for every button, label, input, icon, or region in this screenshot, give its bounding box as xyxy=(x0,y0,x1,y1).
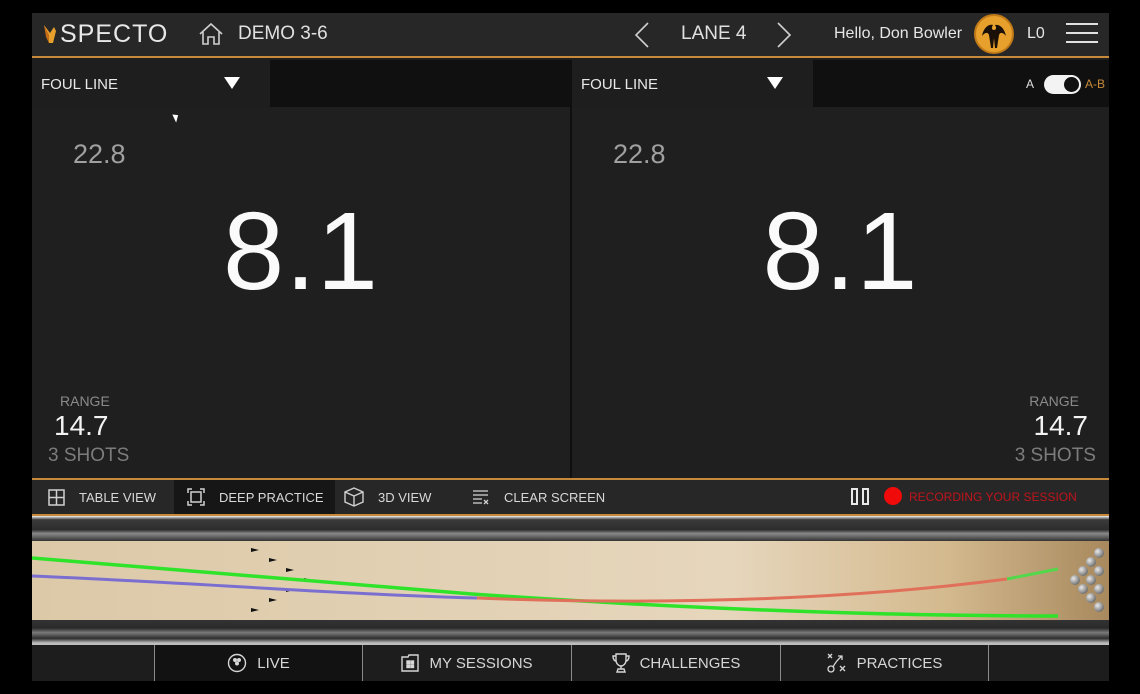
tool-label: TABLE VIEW xyxy=(79,489,157,505)
grid-icon xyxy=(48,488,65,506)
specto-logo: SPECTO xyxy=(42,19,168,49)
pin xyxy=(1070,575,1080,585)
nav-my-sessions[interactable]: MY SESSIONS xyxy=(362,645,571,681)
strategy-icon xyxy=(826,653,846,673)
metric-dropdown[interactable]: FOUL LINE xyxy=(32,60,270,107)
bowling-ball-icon xyxy=(228,653,247,673)
dropdown-value: FOUL LINE xyxy=(41,76,118,93)
shot-count: 3 SHOTS xyxy=(48,445,130,466)
pin xyxy=(1086,593,1096,603)
3d-view-button[interactable]: 3D VIEW xyxy=(344,480,431,514)
pin xyxy=(1078,584,1088,594)
range-label: RANGE xyxy=(1029,393,1079,409)
logo-text: SPECTO xyxy=(60,19,169,48)
top-bar: SPECTO DEMO 3-6 LANE 4 Hello, Don Bowler xyxy=(32,13,1109,58)
deep-practice-button[interactable]: DEEP PRACTICE xyxy=(174,480,335,514)
stat-panel-b: FOUL LINE A A-B 22.8 8.1 RANGE 14.7 3 SH… xyxy=(572,60,1109,478)
nav-live[interactable]: LIVE xyxy=(154,645,362,681)
toggle-label-ab: A-B xyxy=(1084,77,1105,91)
tool-label: CLEAR SCREEN xyxy=(504,489,606,505)
tool-label: DEEP PRACTICE xyxy=(219,489,324,505)
specto-app: SPECTO DEMO 3-6 LANE 4 Hello, Don Bowler xyxy=(32,13,1109,681)
nav-challenges[interactable]: CHALLENGES xyxy=(571,645,780,681)
user-level: L0 xyxy=(1027,25,1045,42)
stat-panel-a: FOUL LINE 22.8 8.1 RANGE 14.7 3 SHOTS xyxy=(32,60,570,478)
lane-name: LANE 4 xyxy=(681,23,747,44)
recording-status: RECORDING YOUR SESSION xyxy=(909,490,1077,504)
average-value: 22.8 xyxy=(613,139,666,169)
compare-toggle[interactable] xyxy=(1043,74,1081,94)
dropdown-value: FOUL LINE xyxy=(581,76,658,93)
panel-header: FOUL LINE A A-B xyxy=(572,60,1109,107)
nav-label: LIVE xyxy=(257,654,290,672)
chevron-right-icon[interactable] xyxy=(774,21,794,49)
view-toolbar: TABLE VIEW DEEP PRACTICE 3D VIEW CLEAR S… xyxy=(32,478,1109,516)
panel-header: FOUL LINE xyxy=(32,60,570,107)
pin xyxy=(1094,584,1104,594)
nav-label: CHALLENGES xyxy=(639,654,741,672)
hamburger-menu-icon[interactable] xyxy=(1066,23,1098,47)
lane-view xyxy=(32,516,1109,643)
compare-toggle-group: A A-B xyxy=(1026,74,1105,94)
recording-indicator-icon xyxy=(884,487,902,505)
nav-practices[interactable]: PRACTICES xyxy=(780,645,989,681)
pin xyxy=(1078,566,1088,576)
range-value: 14.7 xyxy=(1033,410,1089,441)
pause-icon[interactable] xyxy=(851,488,871,506)
shot-count: 3 SHOTS xyxy=(1014,445,1096,466)
pin xyxy=(1094,602,1104,612)
frame-icon xyxy=(187,488,205,506)
metric-dropdown[interactable]: FOUL LINE xyxy=(572,60,813,107)
lower-gutter xyxy=(32,620,1109,643)
pin xyxy=(1086,575,1096,585)
caret-down-icon xyxy=(767,77,783,89)
user-avatar[interactable] xyxy=(974,14,1014,54)
flame-logo-icon xyxy=(42,23,58,45)
clear-list-icon xyxy=(473,489,489,504)
session-title: DEMO 3-6 xyxy=(238,23,328,44)
folder-icon xyxy=(401,654,420,672)
pin xyxy=(1094,548,1104,558)
caret-down-icon xyxy=(224,77,240,89)
range-value: 14.7 xyxy=(54,410,109,441)
cube-icon xyxy=(344,487,364,507)
lane-surface xyxy=(32,541,1109,620)
nav-label: PRACTICES xyxy=(856,654,943,672)
toggle-knob xyxy=(1063,76,1079,92)
home-icon[interactable] xyxy=(198,22,224,46)
clear-screen-button[interactable]: CLEAR SCREEN xyxy=(472,480,605,514)
toggle-label-a: A xyxy=(1025,77,1034,91)
range-label: RANGE xyxy=(60,393,110,409)
trophy-icon xyxy=(611,653,630,673)
current-value: 8.1 xyxy=(223,190,379,313)
pin xyxy=(1094,566,1104,576)
upper-gutter xyxy=(32,516,1109,541)
tool-label: 3D VIEW xyxy=(378,489,432,505)
table-view-button[interactable]: TABLE VIEW xyxy=(48,480,156,514)
average-value: 22.8 xyxy=(73,139,126,169)
pin xyxy=(1086,557,1096,567)
bottom-navigation: LIVE MY SESSIONS CHALLENGES PRACTICES xyxy=(32,643,1109,681)
current-value: 8.1 xyxy=(762,190,919,313)
chevron-left-icon[interactable] xyxy=(632,21,652,49)
user-greeting: Hello, Don Bowler xyxy=(834,25,963,42)
nav-label: MY SESSIONS xyxy=(429,654,533,672)
